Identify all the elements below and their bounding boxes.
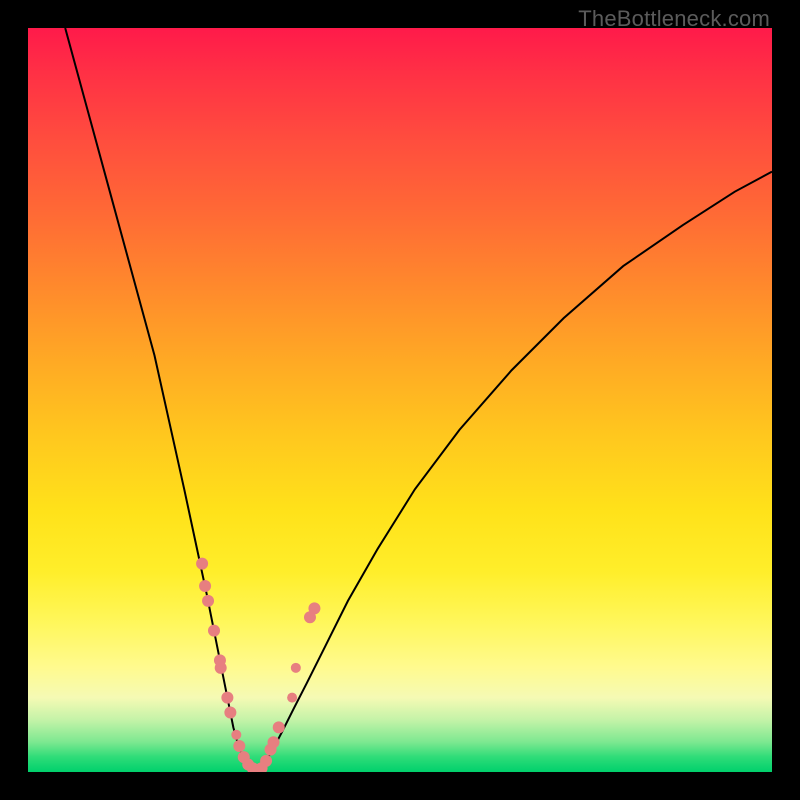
chart-overlay-svg	[28, 28, 772, 772]
curve-left-branch	[65, 28, 255, 771]
chart-container: TheBottleneck.com	[0, 0, 800, 800]
watermark-text: TheBottleneck.com	[578, 6, 770, 32]
scatter-points	[196, 558, 320, 772]
curve-right-branch	[256, 172, 772, 772]
